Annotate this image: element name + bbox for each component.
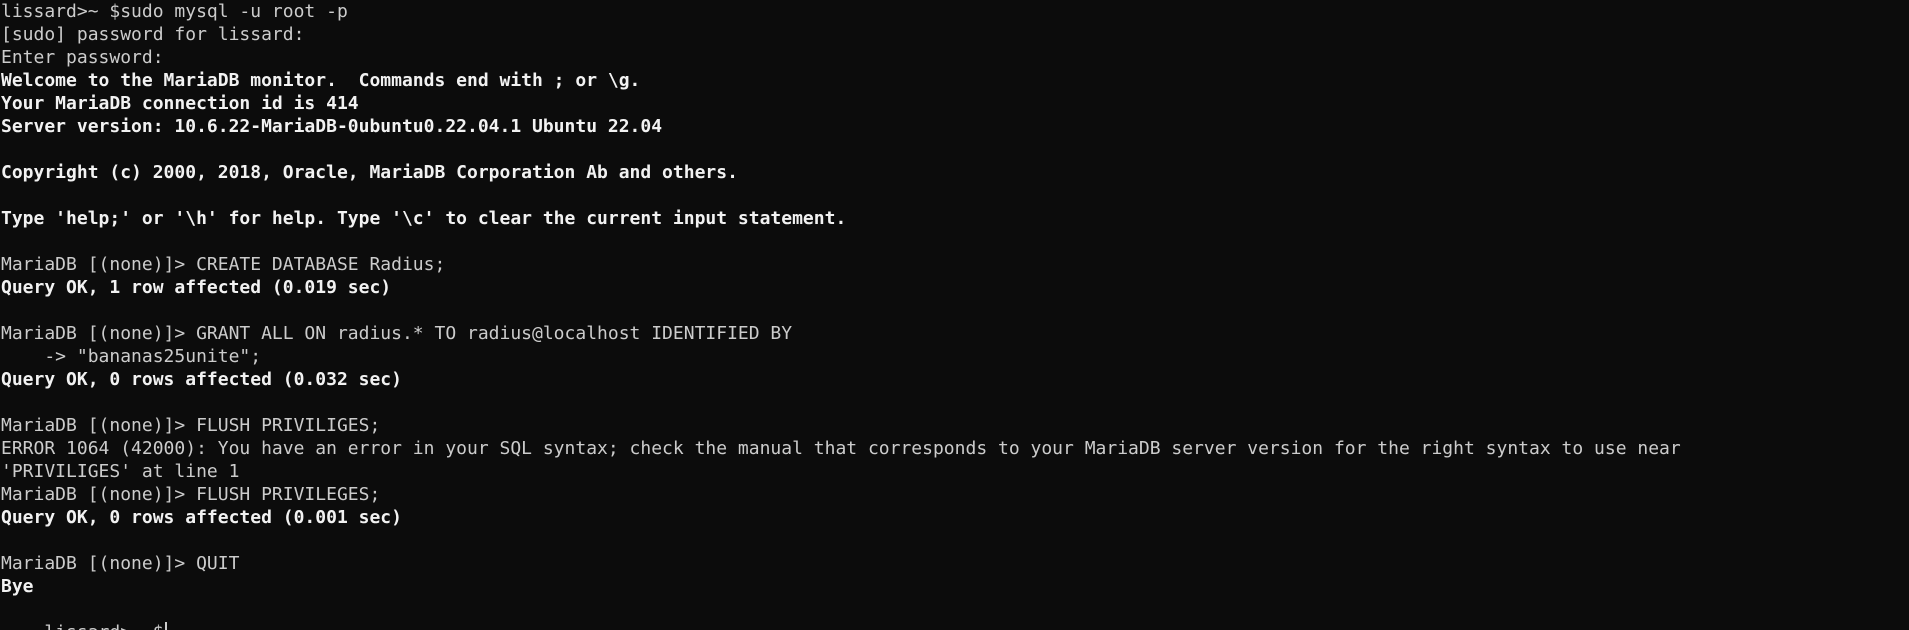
terminal-line: Enter password:: [1, 47, 164, 68]
terminal-line: Copyright (c) 2000, 2018, Oracle, MariaD…: [1, 162, 738, 183]
terminal-line: 'PRIVILIGES' at line 1: [1, 461, 240, 482]
terminal-line: MariaDB [(none)]> CREATE DATABASE Radius…: [1, 254, 446, 275]
terminal-line: Query OK, 0 rows affected (0.032 sec): [1, 369, 402, 390]
terminal-line: Welcome to the MariaDB monitor. Commands…: [1, 70, 641, 91]
terminal-line: -> "bananas25unite";: [1, 346, 262, 367]
terminal-line: MariaDB [(none)]> FLUSH PRIVILIGES;: [1, 415, 381, 436]
terminal-window[interactable]: lissard>~ $sudo mysql -u root -p [sudo] p…: [0, 0, 1909, 630]
terminal-line: Your MariaDB connection id is 414: [1, 93, 359, 114]
terminal-line: Bye: [1, 576, 34, 597]
terminal-line: MariaDB [(none)]> FLUSH PRIVILEGES;: [1, 484, 381, 505]
terminal-line: Query OK, 1 row affected (0.019 sec): [1, 277, 392, 298]
terminal-line: Query OK, 0 rows affected (0.001 sec): [1, 507, 402, 528]
terminal-line: [sudo] password for lissard:: [1, 24, 305, 45]
terminal-line: lissard>~ $sudo mysql -u root -p: [1, 1, 348, 22]
terminal-output: lissard>~ $sudo mysql -u root -p [sudo] p…: [1, 0, 1909, 598]
terminal-prompt-line[interactable]: lissard>~ $: [1, 598, 1909, 630]
terminal-line: MariaDB [(none)]> QUIT: [1, 553, 240, 574]
text-cursor: [164, 622, 167, 630]
terminal-line: Server version: 10.6.22-MariaDB-0ubuntu0…: [1, 116, 663, 137]
shell-prompt: lissard>~ $: [44, 622, 163, 630]
terminal-line: MariaDB [(none)]> GRANT ALL ON radius.* …: [1, 323, 793, 344]
terminal-line: Type 'help;' or '\h' for help. Type '\c'…: [1, 208, 847, 229]
terminal-line: ERROR 1064 (42000): You have an error in…: [1, 438, 1681, 459]
